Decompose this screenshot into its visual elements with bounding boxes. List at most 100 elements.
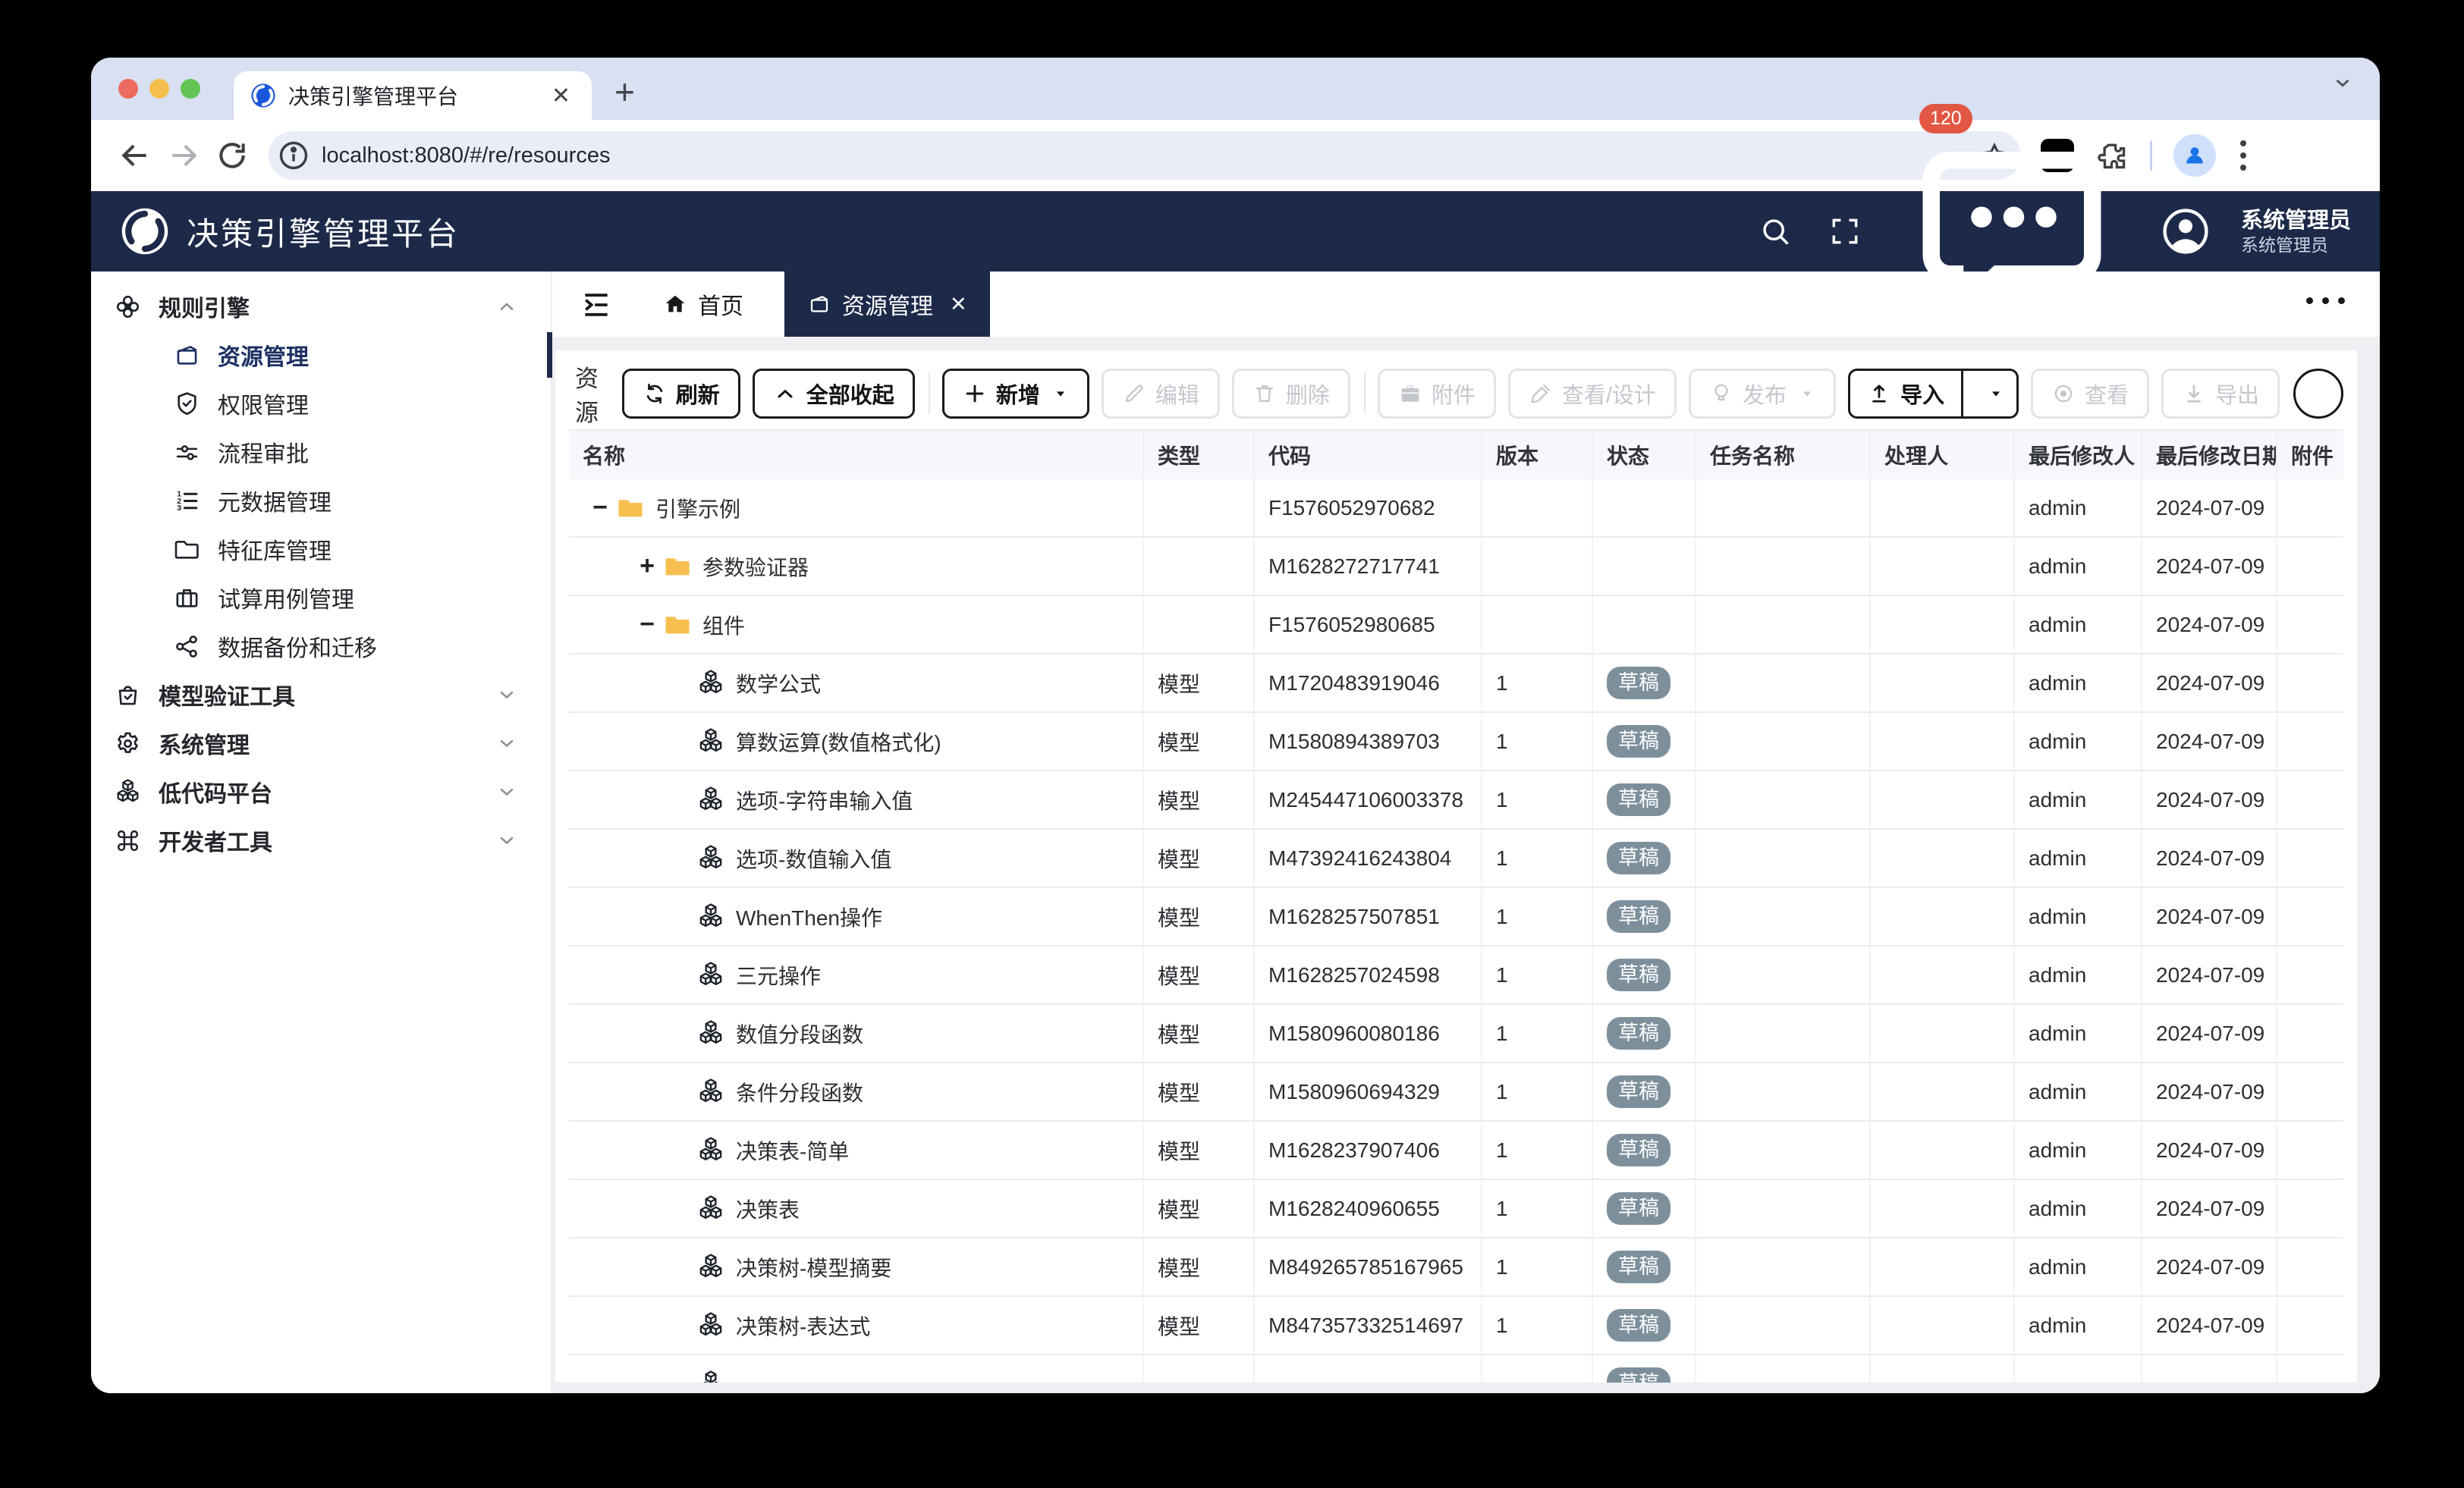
cell-code: M245447106003378 bbox=[1255, 771, 1482, 828]
resource-name: 引擎示例 bbox=[655, 493, 740, 523]
cell-version: 1 bbox=[1482, 1297, 1593, 1354]
cubes-icon bbox=[696, 786, 725, 815]
resource-panel: 资源 刷新全部收起新增编辑删除附件查看/设计发布导入查看导出 名称类型代码版本状… bbox=[555, 350, 2357, 1383]
status-badge: 草稿 bbox=[1607, 1134, 1670, 1167]
trash-icon bbox=[1252, 381, 1277, 406]
cubes-icon bbox=[696, 903, 725, 931]
sidebar-item-0-3[interactable]: 123元数据管理 bbox=[91, 476, 551, 525]
tab-search-chevron-icon[interactable] bbox=[2331, 71, 2354, 94]
app-title: 决策引擎管理平台 bbox=[187, 209, 460, 255]
table-row[interactable]: 决策树-模型摘要模型M8492657851679651草稿admin2024-0… bbox=[569, 1238, 2343, 1297]
toolbar-button-2[interactable]: 新增 bbox=[942, 369, 1089, 419]
cell-version: 1 bbox=[1482, 713, 1593, 770]
workspace-tab-1[interactable]: 资源管理✕ bbox=[784, 272, 990, 337]
sidebar-item-0-6[interactable]: 数据备份和迁移 bbox=[91, 622, 551, 670]
toolbar-button-dropdown[interactable] bbox=[1972, 371, 2016, 416]
sidebar-group-1[interactable]: 模型验证工具 bbox=[91, 670, 551, 719]
collapse-sidebar-icon[interactable] bbox=[580, 288, 613, 322]
sidebar-group-2[interactable]: 系统管理 bbox=[91, 719, 551, 768]
table-row[interactable]: 决策表-简单模型M16282379074061草稿admin2024-07-09 bbox=[569, 1122, 2343, 1180]
target-icon bbox=[2051, 381, 2076, 406]
fullscreen-icon[interactable] bbox=[1828, 215, 1862, 248]
table-row[interactable]: 算数运算(数值格式化)模型M15808943897031草稿admin2024-… bbox=[569, 713, 2343, 771]
user-info[interactable]: 系统管理员 系统管理员 bbox=[2241, 207, 2351, 256]
table-row[interactable]: 数学公式模型M17204839190461草稿admin2024-07-09 bbox=[569, 655, 2343, 713]
url-text[interactable]: localhost:8080/#/re/resources bbox=[322, 143, 1978, 168]
chevron-down-icon bbox=[496, 684, 517, 705]
reload-icon[interactable] bbox=[215, 139, 249, 172]
toolbar-button-label: 刷新 bbox=[676, 378, 720, 410]
cell-version: 1 bbox=[1482, 1063, 1593, 1120]
table-row[interactable]: 数值分段函数模型M15809600801861草稿admin2024-07-09 bbox=[569, 1005, 2343, 1063]
upload-icon bbox=[1867, 381, 1891, 406]
table-row[interactable]: 选项-字符串输入值模型M2454471060033781草稿admin2024-… bbox=[569, 771, 2343, 830]
collapse-node-icon[interactable]: − bbox=[631, 610, 663, 639]
minimize-window-button[interactable] bbox=[149, 79, 169, 99]
cell-modified-date: 2024-07-09 bbox=[2142, 1063, 2277, 1120]
cell-task-name bbox=[1696, 830, 1871, 887]
site-info-icon[interactable] bbox=[276, 138, 311, 173]
table-row[interactable]: 条件分段函数模型M15809606943291草稿admin2024-07-09 bbox=[569, 1063, 2343, 1122]
sidebar-group-4[interactable]: 开发者工具 bbox=[91, 816, 551, 865]
table-row[interactable]: 决策表模型M16282409606551草稿admin2024-07-09 bbox=[569, 1180, 2343, 1238]
cell-type bbox=[1144, 538, 1255, 595]
cell-modified-date: 2024-07-09 bbox=[2142, 479, 2277, 536]
sidebar-item-0-4[interactable]: 特征库管理 bbox=[91, 525, 551, 573]
cubes-icon bbox=[696, 727, 725, 756]
sidebar-item-0-1[interactable]: 权限管理 bbox=[91, 379, 551, 428]
cell-task-name bbox=[1696, 655, 1871, 711]
expand-node-icon[interactable]: + bbox=[631, 551, 663, 581]
search-icon[interactable] bbox=[1758, 215, 1792, 248]
sidebar-group-0[interactable]: 规则引擎 bbox=[91, 282, 551, 331]
more-actions-icon[interactable] bbox=[2306, 297, 2345, 304]
sidebar-group-3[interactable]: 低代码平台 bbox=[91, 768, 551, 816]
workspace-tab-0[interactable]: 首页 bbox=[640, 272, 766, 337]
cell-status: 草稿 bbox=[1593, 946, 1696, 1003]
table-row[interactable]: WhenThen操作模型M16282575078511草稿admin2024-0… bbox=[569, 888, 2343, 946]
table-row[interactable]: −引擎示例F1576052970682admin2024-07-09 bbox=[569, 479, 2343, 538]
sidebar-item-0-0[interactable]: 资源管理 bbox=[91, 331, 551, 379]
table-row[interactable]: 选项-数值输入值模型M473924162438041草稿admin2024-07… bbox=[569, 830, 2343, 888]
close-window-button[interactable] bbox=[118, 79, 138, 99]
toolbar-button-8[interactable]: 导入 bbox=[1848, 369, 2019, 419]
cell-modified-date: 2024-07-09 bbox=[2142, 830, 2277, 887]
sidebar-item-label: 数据备份和迁移 bbox=[218, 629, 377, 663]
table-row[interactable]: 草稿 bbox=[569, 1355, 2343, 1383]
new-tab-button[interactable]: + bbox=[614, 74, 635, 109]
toolbar-button-1[interactable]: 全部收起 bbox=[753, 369, 915, 419]
browser-tab[interactable]: 决策引擎管理平台 ✕ bbox=[234, 71, 592, 120]
cell-modified-date bbox=[2142, 1355, 2277, 1383]
table-row[interactable]: +参数验证器M1628272717741admin2024-07-09 bbox=[569, 538, 2343, 596]
maximize-window-button[interactable] bbox=[181, 79, 200, 99]
sidebar-item-0-5[interactable]: 试算用例管理 bbox=[91, 573, 551, 622]
app-logo-swirl-icon bbox=[120, 206, 170, 256]
sidebar-item-0-2[interactable]: 流程审批 bbox=[91, 428, 551, 476]
cell-status bbox=[1593, 596, 1696, 653]
cell-code: M1580894389703 bbox=[1255, 713, 1482, 770]
cell-handler bbox=[1871, 946, 2015, 1003]
cell-modified-date: 2024-07-09 bbox=[2142, 1005, 2277, 1062]
close-tab-icon[interactable]: ✕ bbox=[547, 83, 575, 109]
resource-name: 决策表-简单 bbox=[736, 1135, 849, 1166]
cell-modified-by bbox=[2015, 1355, 2142, 1383]
cell-modified-by: admin bbox=[2015, 1238, 2142, 1295]
table-row[interactable]: 决策树-表达式模型M8473573325146971草稿admin2024-07… bbox=[569, 1297, 2343, 1355]
cell-modified-by: admin bbox=[2015, 830, 2142, 887]
status-badge: 草稿 bbox=[1607, 1367, 1670, 1383]
sidebar-group-label: 开发者工具 bbox=[159, 824, 272, 857]
table-row[interactable]: −组件F1576052980685admin2024-07-09 bbox=[569, 596, 2343, 655]
close-tab-icon[interactable]: ✕ bbox=[950, 293, 967, 316]
cell-version: 1 bbox=[1482, 1238, 1593, 1295]
column-header-6: 处理人 bbox=[1871, 431, 2015, 479]
cell-modified-date: 2024-07-09 bbox=[2142, 771, 2277, 828]
cell-code: F1576052970682 bbox=[1255, 479, 1482, 536]
toolbar-button-0[interactable]: 刷新 bbox=[622, 369, 740, 419]
cell-handler bbox=[1871, 655, 2015, 711]
collapse-node-icon[interactable]: − bbox=[584, 493, 616, 523]
resource-name: 条件分段函数 bbox=[736, 1077, 863, 1107]
user-avatar-icon[interactable] bbox=[2162, 208, 2209, 255]
cell-code: M1580960080186 bbox=[1255, 1005, 1482, 1062]
back-icon[interactable] bbox=[118, 139, 152, 172]
user-permission-settings-button[interactable] bbox=[2293, 369, 2343, 419]
table-row[interactable]: 三元操作模型M16282570245981草稿admin2024-07-09 bbox=[569, 946, 2343, 1005]
